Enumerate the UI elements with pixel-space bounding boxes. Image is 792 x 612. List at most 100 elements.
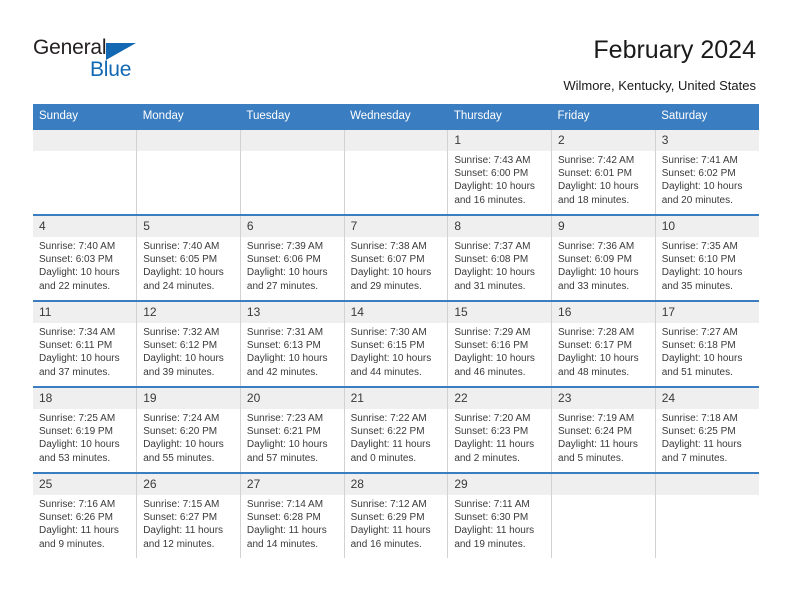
sunset-time: Sunset: 6:11 PM [39, 340, 113, 352]
calendar-day-cell[interactable]: 15 Sunrise: 7:29 AM Sunset: 6:16 PM Dayligh… [447, 300, 552, 387]
daylight-duration-line1: Daylight: 10 hours [558, 353, 639, 365]
daylight-duration-line2: and 7 minutes. [661, 452, 728, 464]
calendar-page: General Blue February 2024 Wilmore, Kent… [0, 0, 792, 612]
calendar-day-cell[interactable]: 24 Sunrise: 7:18 AM Sunset: 6:25 PM Dayligh… [654, 386, 759, 473]
daylight-duration-line2: and 2 minutes. [454, 452, 520, 464]
daylight-duration-line2: and 20 minutes. [661, 194, 733, 206]
daylight-duration-line2: and 16 minutes. [454, 194, 526, 206]
day-number: 16 [552, 302, 655, 323]
day-details: Sunrise: 7:42 AM Sunset: 6:01 PM Daylight:… [552, 151, 655, 207]
calendar-day-cell[interactable]: 14 Sunrise: 7:30 AM Sunset: 6:15 PM Dayligh… [343, 300, 448, 387]
day-details: Sunrise: 7:43 AM Sunset: 6:00 PM Daylight:… [448, 151, 551, 207]
daylight-duration-line2: and 46 minutes. [454, 366, 526, 378]
calendar-day-cell[interactable]: 7 Sunrise: 7:38 AM Sunset: 6:07 PM Daylight… [343, 214, 448, 301]
sunset-time: Sunset: 6:05 PM [143, 254, 218, 266]
day-details: Sunrise: 7:18 AM Sunset: 6:25 PM Daylight:… [656, 409, 759, 465]
general-blue-logo[interactable]: General Blue [33, 36, 213, 84]
calendar-day-cell-empty [33, 128, 137, 215]
daylight-duration-line1: Daylight: 10 hours [143, 267, 224, 279]
calendar-day-cell[interactable]: 9 Sunrise: 7:36 AM Sunset: 6:09 PM Daylight… [551, 214, 656, 301]
calendar-day-cell[interactable]: 22 Sunrise: 7:20 AM Sunset: 6:23 PM Dayligh… [447, 386, 552, 473]
sunset-time: Sunset: 6:17 PM [558, 340, 632, 352]
page-subtitle-location: Wilmore, Kentucky, United States [563, 78, 756, 93]
daylight-duration-line2: and 27 minutes. [246, 280, 319, 292]
day-number: 22 [448, 388, 552, 409]
sunset-time: Sunset: 6:30 PM [454, 512, 529, 524]
sunrise-time: Sunrise: 7:15 AM [143, 499, 220, 510]
calendar-day-cell[interactable]: 16 Sunrise: 7:28 AM Sunset: 6:17 PM Dayligh… [551, 300, 656, 387]
day-details: Sunrise: 7:12 AM Sunset: 6:29 PM Daylight:… [345, 495, 448, 551]
day-number [33, 130, 137, 151]
calendar-day-cell[interactable]: 17 Sunrise: 7:27 AM Sunset: 6:18 PM Dayligh… [654, 300, 759, 387]
sunset-time: Sunset: 6:00 PM [454, 168, 529, 180]
logo-text-blue: Blue [90, 58, 132, 81]
daylight-duration-line2: and 22 minutes. [39, 280, 111, 292]
daylight-duration-line2: and 53 minutes. [39, 452, 111, 464]
calendar-day-cell[interactable]: 8 Sunrise: 7:37 AM Sunset: 6:08 PM Daylight… [447, 214, 552, 301]
day-details: Sunrise: 7:36 AM Sunset: 6:09 PM Daylight:… [552, 237, 655, 293]
sunset-time: Sunset: 6:08 PM [454, 254, 529, 266]
calendar-day-cell[interactable]: 11 Sunrise: 7:34 AM Sunset: 6:11 PM Dayligh… [33, 300, 137, 387]
weekday-header-row: Sunday Monday Tuesday Wednesday Thursday… [33, 104, 759, 129]
calendar-day-cell[interactable]: 12 Sunrise: 7:32 AM Sunset: 6:12 PM Dayligh… [136, 300, 241, 387]
calendar-day-cell[interactable]: 21 Sunrise: 7:22 AM Sunset: 6:22 PM Dayligh… [343, 386, 448, 473]
calendar-day-cell[interactable]: 29 Sunrise: 7:11 AM Sunset: 6:30 PM Dayligh… [447, 472, 552, 558]
calendar-day-cell[interactable]: 25 Sunrise: 7:16 AM Sunset: 6:26 PM Dayligh… [33, 472, 137, 558]
day-details: Sunrise: 7:34 AM Sunset: 6:11 PM Daylight:… [33, 323, 136, 379]
sunrise-time: Sunrise: 7:42 AM [558, 155, 635, 166]
calendar-day-cell[interactable]: 27 Sunrise: 7:14 AM Sunset: 6:28 PM Dayligh… [239, 472, 345, 558]
calendar-day-cell[interactable]: 18 Sunrise: 7:25 AM Sunset: 6:19 PM Dayligh… [33, 386, 137, 473]
calendar-day-cell[interactable]: 20 Sunrise: 7:23 AM Sunset: 6:21 PM Dayligh… [239, 386, 345, 473]
sunset-time: Sunset: 6:25 PM [661, 426, 736, 438]
daylight-duration-line1: Daylight: 11 hours [39, 525, 119, 537]
calendar-day-cell[interactable]: 13 Sunrise: 7:31 AM Sunset: 6:13 PM Dayligh… [239, 300, 345, 387]
daylight-duration-line2: and 19 minutes. [454, 538, 526, 550]
day-details: Sunrise: 7:15 AM Sunset: 6:27 PM Daylight:… [137, 495, 240, 551]
calendar-week-row: 18 Sunrise: 7:25 AM Sunset: 6:19 PM Dayligh… [33, 386, 759, 473]
sunrise-time: Sunrise: 7:22 AM [350, 413, 427, 424]
day-number [655, 474, 759, 495]
calendar-day-cell-empty [239, 128, 345, 215]
sunrise-time: Sunrise: 7:28 AM [558, 327, 635, 338]
day-details: Sunrise: 7:38 AM Sunset: 6:07 PM Daylight:… [345, 237, 448, 293]
day-number: 8 [448, 216, 552, 237]
daylight-duration-line1: Daylight: 10 hours [558, 181, 639, 193]
weekday-header-saturday: Saturday [655, 104, 759, 129]
calendar-day-cell[interactable]: 6 Sunrise: 7:39 AM Sunset: 6:06 PM Daylight… [239, 214, 345, 301]
calendar-day-cell[interactable]: 10 Sunrise: 7:35 AM Sunset: 6:10 PM Dayligh… [654, 214, 759, 301]
calendar-day-cell[interactable]: 23 Sunrise: 7:19 AM Sunset: 6:24 PM Dayligh… [551, 386, 656, 473]
calendar-day-cell[interactable]: 26 Sunrise: 7:15 AM Sunset: 6:27 PM Dayligh… [136, 472, 241, 558]
daylight-duration-line2: and 9 minutes. [39, 538, 105, 550]
day-details: Sunrise: 7:29 AM Sunset: 6:16 PM Daylight:… [448, 323, 551, 379]
calendar-day-cell[interactable]: 19 Sunrise: 7:24 AM Sunset: 6:20 PM Dayligh… [136, 386, 241, 473]
day-number: 3 [655, 130, 759, 151]
calendar-day-cell[interactable]: 2 Sunrise: 7:42 AM Sunset: 6:01 PM Daylight… [551, 128, 656, 215]
day-number [240, 130, 344, 151]
day-details: Sunrise: 7:37 AM Sunset: 6:08 PM Daylight:… [448, 237, 551, 293]
sunrise-time: Sunrise: 7:35 AM [661, 241, 738, 252]
day-number: 21 [344, 388, 448, 409]
daylight-duration-line1: Daylight: 11 hours [558, 439, 638, 451]
calendar-day-cell[interactable]: 5 Sunrise: 7:40 AM Sunset: 6:05 PM Daylight… [136, 214, 241, 301]
calendar-day-cell-empty [343, 128, 448, 215]
weekday-header-sunday: Sunday [33, 104, 137, 129]
calendar-day-cell-empty [654, 472, 759, 558]
daylight-duration-line1: Daylight: 10 hours [39, 353, 120, 365]
calendar-day-cell[interactable]: 28 Sunrise: 7:12 AM Sunset: 6:29 PM Dayligh… [343, 472, 448, 558]
weekday-header-monday: Monday [136, 104, 241, 129]
day-number: 9 [552, 216, 655, 237]
day-number: 14 [344, 302, 448, 323]
sunset-time: Sunset: 6:07 PM [350, 254, 425, 266]
sunrise-time: Sunrise: 7:12 AM [350, 499, 427, 510]
calendar-day-cell-empty [136, 128, 241, 215]
calendar-day-cell[interactable]: 4 Sunrise: 7:40 AM Sunset: 6:03 PM Daylight… [33, 214, 137, 301]
weekday-header-thursday: Thursday [447, 104, 552, 129]
calendar-day-cell[interactable]: 3 Sunrise: 7:41 AM Sunset: 6:02 PM Daylight… [654, 128, 759, 215]
sunrise-time: Sunrise: 7:11 AM [454, 499, 530, 510]
day-number [137, 130, 240, 151]
calendar-week-row: 4 Sunrise: 7:40 AM Sunset: 6:03 PM Daylight… [33, 214, 759, 301]
daylight-duration-line1: Daylight: 10 hours [246, 353, 328, 365]
day-details: Sunrise: 7:14 AM Sunset: 6:28 PM Daylight:… [241, 495, 344, 551]
calendar-day-cell[interactable]: 1 Sunrise: 7:43 AM Sunset: 6:00 PM Daylight… [447, 128, 552, 215]
daylight-duration-line2: and 24 minutes. [143, 280, 215, 292]
